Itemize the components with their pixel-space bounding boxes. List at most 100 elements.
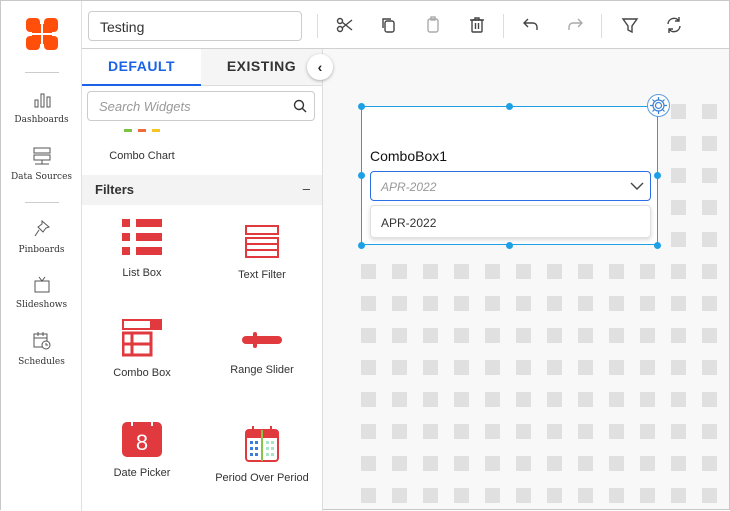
- grid-cell: [485, 296, 500, 311]
- grid-cell: [702, 200, 717, 215]
- grid-cell: [454, 296, 469, 311]
- resize-handle[interactable]: [358, 242, 365, 249]
- grid-cell: [702, 136, 717, 151]
- widget-date-picker[interactable]: 8 Date Picker: [82, 419, 202, 479]
- grid-cell: [609, 392, 624, 407]
- grid-cell: [578, 328, 593, 343]
- grid-cell: [609, 488, 624, 503]
- grid-cell: [578, 488, 593, 503]
- resize-handle[interactable]: [654, 172, 661, 179]
- tab-default[interactable]: DEFAULT: [82, 49, 201, 86]
- grid-cell: [671, 232, 686, 247]
- combobox-widget[interactable]: ComboBox1 APR-2022 APR-2022: [361, 106, 658, 245]
- svg-text:8: 8: [136, 430, 148, 455]
- grid-cell: [485, 392, 500, 407]
- grid-cell: [702, 168, 717, 183]
- nav-data-sources[interactable]: Data Sources: [1, 146, 82, 182]
- grid-cell: [547, 456, 562, 471]
- grid-cell: [485, 328, 500, 343]
- grid-cell: [392, 424, 407, 439]
- text-filter-icon: [245, 225, 279, 258]
- grid-cell: [547, 296, 562, 311]
- grid-cell: [454, 264, 469, 279]
- cut-icon[interactable]: [335, 15, 355, 35]
- list-box-icon: [122, 219, 162, 255]
- paste-icon[interactable]: [423, 15, 443, 35]
- grid-cell: [392, 392, 407, 407]
- grid-cell: [516, 296, 531, 311]
- period-over-period-icon: [245, 426, 279, 462]
- search-icon: [293, 99, 307, 113]
- range-slider-icon: [242, 332, 282, 348]
- grid-cell: [702, 232, 717, 247]
- grid-cell: [485, 456, 500, 471]
- resize-handle[interactable]: [506, 242, 513, 249]
- grid-cell: [423, 296, 438, 311]
- collapse-panel-button[interactable]: ‹: [307, 54, 333, 80]
- resize-handle[interactable]: [506, 103, 513, 110]
- grid-cell: [702, 104, 717, 119]
- grid-cell: [702, 296, 717, 311]
- widget-period-over-period[interactable]: Period Over Period: [202, 426, 322, 484]
- nav-dashboards[interactable]: Dashboards: [1, 91, 82, 125]
- server-icon: [33, 147, 50, 165]
- grid-cell: [671, 168, 686, 183]
- dropdown-option[interactable]: APR-2022: [370, 205, 651, 238]
- grid-cell: [361, 296, 376, 311]
- grid-cell: [516, 456, 531, 471]
- nav-schedules[interactable]: Schedules: [1, 331, 82, 367]
- grid-cell: [609, 264, 624, 279]
- widget-text-filter[interactable]: Text Filter: [202, 225, 322, 281]
- widget-combo-chart[interactable]: Combo Chart: [82, 150, 202, 162]
- grid-cell: [640, 296, 655, 311]
- nav-pinboards[interactable]: Pinboards: [1, 219, 82, 255]
- copy-icon[interactable]: [379, 15, 399, 35]
- pin-icon: [34, 219, 50, 237]
- grid-cell: [454, 424, 469, 439]
- grid-cell: [640, 424, 655, 439]
- collapse-icon[interactable]: –: [303, 181, 310, 196]
- tab-existing[interactable]: EXISTING: [201, 49, 322, 86]
- grid-cell: [423, 360, 438, 375]
- resize-handle[interactable]: [358, 172, 365, 179]
- grid-cell: [454, 456, 469, 471]
- category-filters[interactable]: Filters –: [82, 175, 322, 205]
- widget-combo-box[interactable]: Combo Box: [82, 319, 202, 379]
- dashboard-name-input[interactable]: Testing: [88, 11, 302, 41]
- redo-icon[interactable]: [565, 15, 585, 35]
- grid-cell: [423, 392, 438, 407]
- grid-cell: [671, 296, 686, 311]
- resize-handle[interactable]: [358, 103, 365, 110]
- combo-box-icon: [122, 319, 162, 357]
- widget-settings-button[interactable]: [647, 94, 670, 117]
- delete-icon[interactable]: [467, 15, 487, 35]
- bar-chart-icon: [34, 93, 50, 108]
- widget-list-box[interactable]: List Box: [82, 219, 202, 279]
- grid-cell: [516, 424, 531, 439]
- grid-cell: [516, 488, 531, 503]
- grid-cell: [392, 328, 407, 343]
- grid-cell: [702, 328, 717, 343]
- resize-handle[interactable]: [654, 242, 661, 249]
- filter-icon[interactable]: [620, 15, 640, 35]
- grid-cell: [671, 104, 686, 119]
- grid-cell: [547, 392, 562, 407]
- grid-cell: [702, 264, 717, 279]
- search-widgets-input[interactable]: Search Widgets: [87, 91, 315, 121]
- undo-icon[interactable]: [521, 15, 541, 35]
- grid-cell: [640, 328, 655, 343]
- grid-cell: [547, 424, 562, 439]
- app-logo: [26, 18, 58, 50]
- grid-cell: [578, 456, 593, 471]
- grid-cell: [361, 456, 376, 471]
- grid-cell: [671, 264, 686, 279]
- widget-range-slider[interactable]: Range Slider: [202, 332, 322, 376]
- combobox-input[interactable]: APR-2022: [370, 171, 651, 201]
- refresh-icon[interactable]: [664, 15, 684, 35]
- grid-cell: [392, 264, 407, 279]
- grid-cell: [609, 424, 624, 439]
- nav-slideshows[interactable]: Slideshows: [1, 276, 82, 310]
- grid-cell: [640, 360, 655, 375]
- grid-cell: [454, 392, 469, 407]
- grid-cell: [671, 424, 686, 439]
